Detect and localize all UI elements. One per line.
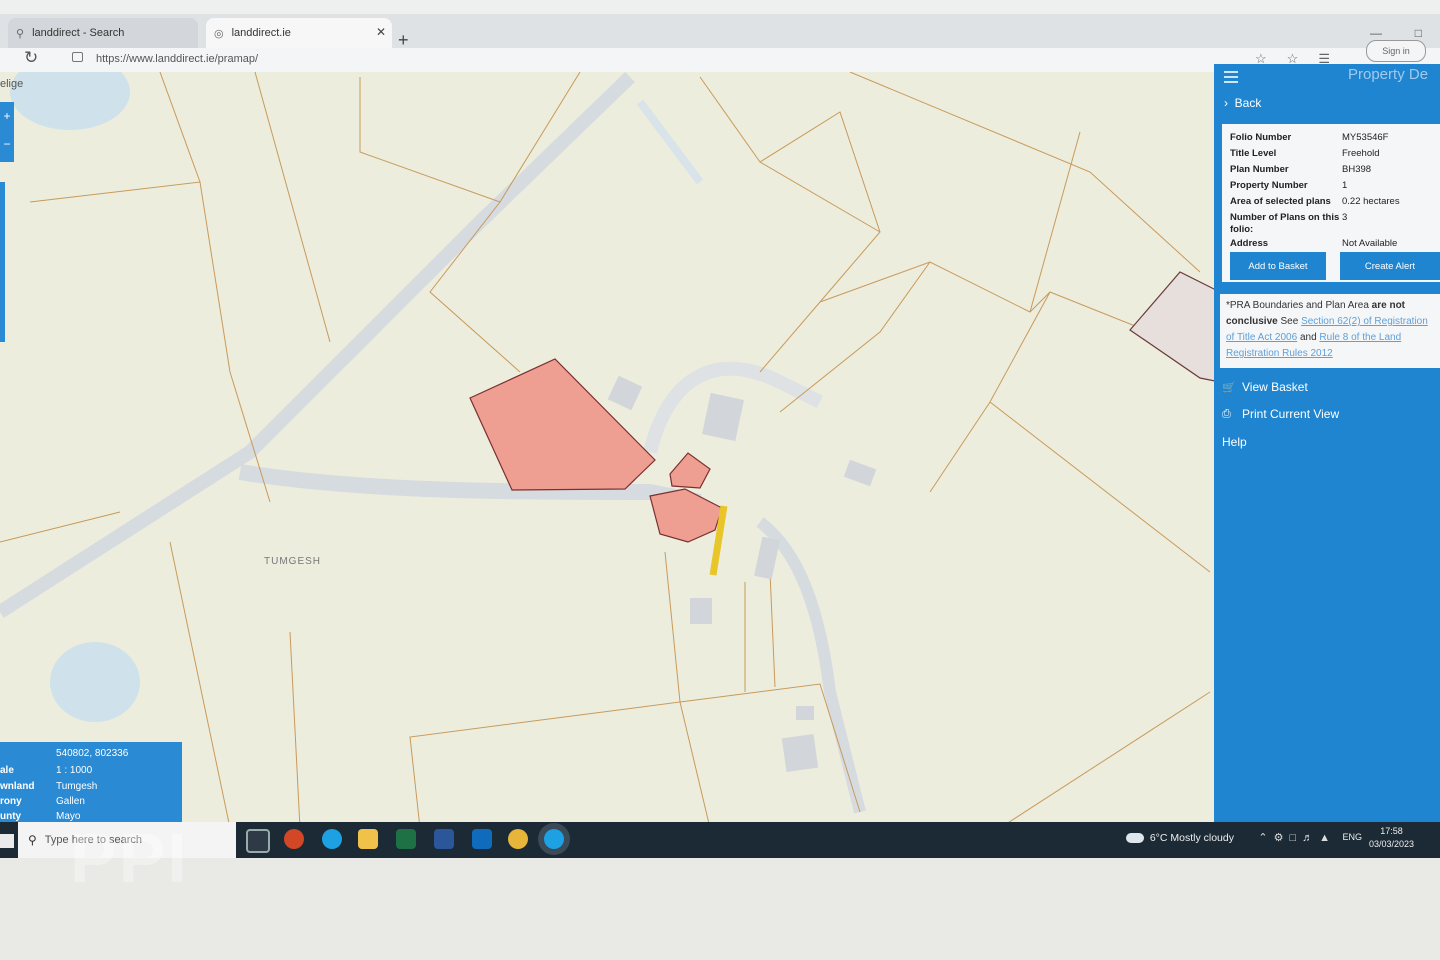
property-details-panel: Property De › Back Folio Number MY53546F …: [1214, 64, 1440, 828]
road: [0, 72, 635, 618]
language-indicator[interactable]: ENG: [1342, 832, 1362, 842]
lock-icon: [72, 52, 83, 62]
link-label: Help: [1222, 435, 1247, 449]
minimize-icon[interactable]: —: [1370, 26, 1382, 40]
clock-date: 03/03/2023: [1368, 839, 1414, 849]
folio-details-card: Folio Number MY53546F Title Level Freehold…: [1222, 124, 1440, 282]
detail-key: Number of Plans on this folio:: [1230, 212, 1340, 235]
watermark-logo: PPI: [70, 819, 189, 897]
back-link[interactable]: › Back: [1224, 96, 1261, 110]
notice-see: See: [1280, 316, 1299, 327]
taskbar-clock[interactable]: 17:58 03/03/2023: [1369, 825, 1414, 851]
file-explorer-icon[interactable]: [358, 829, 378, 849]
clock-time: 17:58: [1380, 826, 1403, 836]
system-tray-icons[interactable]: ⌃⚙□♬▲: [1258, 831, 1336, 844]
url-field[interactable]: https://www.landdirect.ie/pramap/: [96, 53, 258, 65]
info-value: Gallen: [56, 796, 85, 807]
detail-value: Not Available: [1342, 238, 1398, 249]
browser-window: ⚲ landdirect - Search ◎ landdirect.ie ✕ …: [0, 0, 1440, 828]
detail-key: Property Number: [1230, 180, 1308, 191]
globe-icon: ◎: [214, 27, 224, 40]
edge-icon[interactable]: [322, 829, 342, 849]
location-info-box: 540802, 802336 ale 1 : 1000 wnland Tumge…: [0, 742, 182, 828]
zoom-in-button[interactable]: +: [0, 102, 14, 130]
hatched-parcel: [1129, 271, 1220, 383]
tab-landdirect-search[interactable]: ⚲ landdirect - Search: [8, 18, 198, 48]
info-key: wnland: [0, 781, 35, 792]
maximize-icon[interactable]: □: [1415, 26, 1422, 40]
view-basket-link[interactable]: 🛒 View Basket: [1222, 380, 1308, 394]
water-body: [10, 72, 130, 130]
back-label: Back: [1234, 96, 1262, 110]
reload-icon[interactable]: ↻: [24, 48, 38, 68]
menu-icon[interactable]: [1224, 71, 1238, 86]
chrome-icon[interactable]: [508, 829, 528, 849]
tab-label: landdirect - Search: [32, 27, 125, 39]
detail-value: 0.22 hectares: [1342, 196, 1400, 207]
search-icon: ⚲: [28, 833, 37, 847]
detail-value: 1: [1342, 180, 1348, 191]
map-canvas[interactable]: [0, 72, 1220, 828]
panel-title: Property De: [1348, 66, 1429, 83]
detail-key: Folio Number: [1230, 132, 1292, 143]
sign-in-button[interactable]: Sign in: [1366, 40, 1426, 62]
weather-widget[interactable]: 6°C Mostly cloudy: [1125, 832, 1234, 844]
powerpoint-icon[interactable]: [284, 829, 304, 849]
task-view-icon[interactable]: [246, 829, 270, 853]
selected-parcel[interactable]: [649, 488, 723, 543]
water-body: [50, 642, 140, 722]
detail-key: Plan Number: [1230, 164, 1289, 175]
close-icon[interactable]: ✕: [376, 25, 386, 39]
selected-parcel[interactable]: [669, 452, 711, 489]
word-icon[interactable]: [434, 829, 454, 849]
weather-text: 6°C Mostly cloudy: [1149, 832, 1234, 844]
windows-start-icon[interactable]: [0, 834, 14, 848]
chevron-right-icon: ›: [1224, 96, 1228, 110]
map-partial-label: elige: [0, 78, 24, 90]
detail-value: BH398: [1342, 164, 1372, 175]
zoom-control[interactable]: + −: [0, 102, 14, 162]
tab-bar: ⚲ landdirect - Search ◎ landdirect.ie ✕ …: [0, 14, 1440, 50]
print-current-view-link[interactable]: ⎙ Print Current View: [1222, 407, 1339, 421]
notice-and: and: [1299, 332, 1317, 343]
info-value: Tumgesh: [56, 781, 98, 792]
info-key: unty: [0, 811, 22, 822]
coordinates-value: 540802, 802336: [56, 748, 129, 759]
excel-icon[interactable]: [396, 829, 416, 849]
map-view[interactable]: elige + − TUMGESH: [0, 72, 1220, 828]
detail-key: Address: [1230, 238, 1269, 249]
info-key: ale: [0, 765, 14, 776]
zoom-slider[interactable]: [0, 182, 5, 342]
selected-parcel[interactable]: [469, 358, 656, 491]
tab-landdirect[interactable]: ◎ landdirect.ie ✕: [206, 18, 392, 48]
edge-active-icon[interactable]: [544, 829, 564, 849]
stream: [636, 99, 704, 185]
windows-taskbar: ⚲ Type here to search 6°C Mostly cloudy …: [0, 822, 1440, 858]
detail-key: Area of selected plans: [1230, 196, 1331, 207]
add-to-basket-button[interactable]: Add to Basket: [1230, 252, 1326, 280]
cart-icon: 🛒: [1222, 381, 1236, 394]
zoom-out-button[interactable]: −: [0, 130, 14, 158]
link-label: View Basket: [1242, 380, 1308, 394]
detail-value: Freehold: [1342, 148, 1380, 159]
outlook-icon[interactable]: [472, 829, 492, 849]
printer-icon: ⎙: [1222, 407, 1231, 420]
townland-label: TUMGESH: [264, 556, 321, 567]
detail-value: MY53546F: [1342, 132, 1389, 143]
cloud-icon: [1125, 833, 1144, 844]
help-link[interactable]: Help: [1222, 435, 1247, 449]
tab-label: landdirect.ie: [231, 27, 291, 39]
detail-value: 3: [1342, 212, 1348, 223]
info-value: 1 : 1000: [56, 765, 93, 776]
taskbar-apps: [238, 822, 572, 858]
link-label: Print Current View: [1242, 407, 1340, 421]
info-key: rony: [0, 796, 22, 807]
search-icon: ⚲: [16, 27, 25, 40]
boundaries-notice: *PRA Boundaries and Plan Area are not co…: [1220, 294, 1440, 368]
notice-text: *PRA Boundaries and Plan Area: [1226, 300, 1369, 311]
create-alert-button[interactable]: Create Alert: [1340, 252, 1440, 280]
detail-key: Title Level: [1230, 148, 1277, 159]
